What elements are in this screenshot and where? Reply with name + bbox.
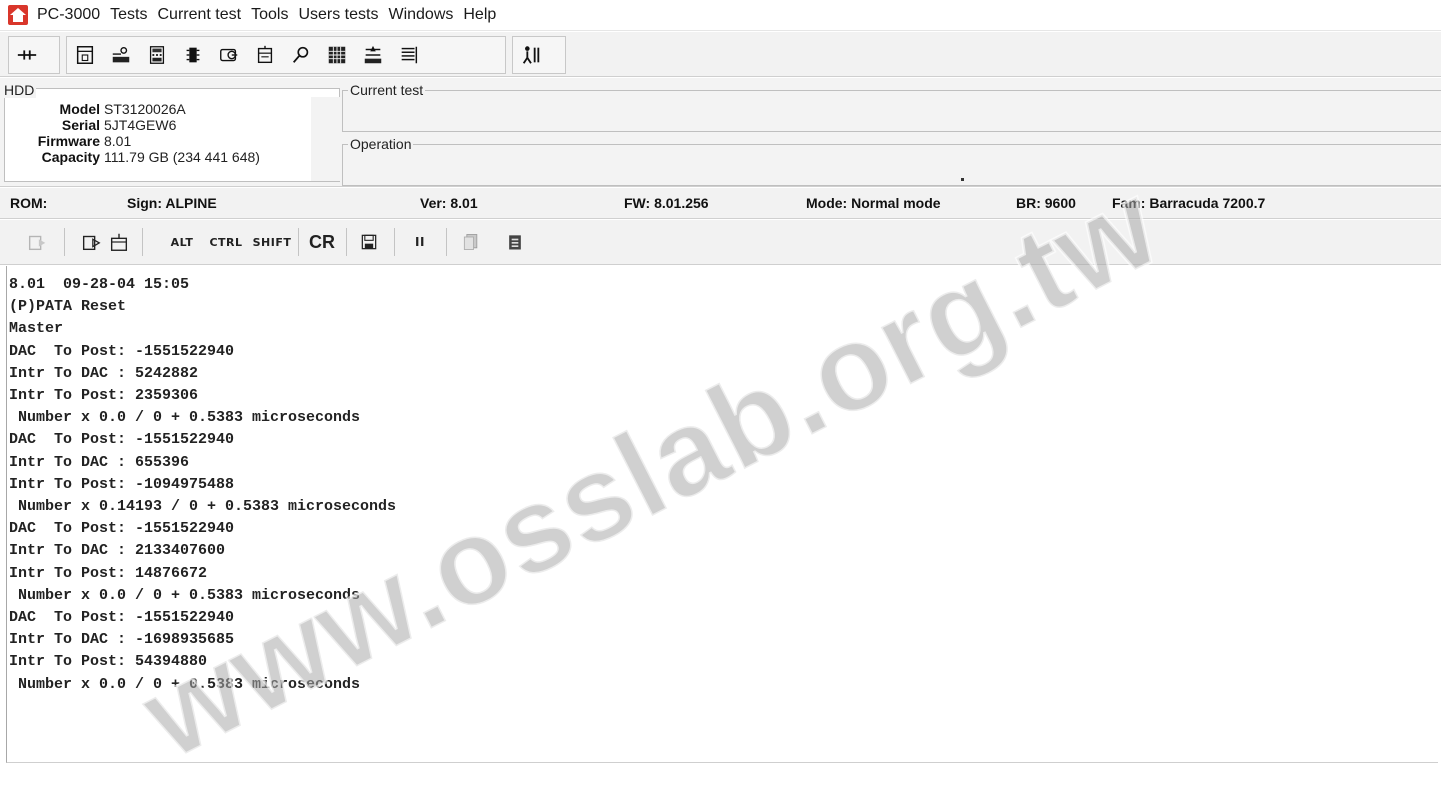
device-icon[interactable] (70, 40, 100, 70)
menu-users-tests[interactable]: Users tests (293, 6, 383, 24)
rom-baud-rate: BR: 9600 (1016, 195, 1076, 211)
hdd-model-row: Model ST3120026A (5, 101, 186, 117)
log-line: DAC To Post: -1551522940 (9, 342, 235, 360)
main-toolbar (0, 32, 1441, 77)
toolbar-group-user (512, 36, 566, 74)
current-test-box (342, 90, 1441, 132)
clipboard-icon[interactable] (502, 228, 528, 256)
toolbar2-separator (142, 228, 143, 256)
ctrl-key-button[interactable]: CTRL (204, 228, 248, 256)
hdd-firmware-value: 8.01 (104, 133, 132, 149)
log-line: Intr To DAC : -1698935685 (9, 631, 235, 649)
hdd-legend: HDD (2, 82, 37, 98)
toolbar-group-connect (8, 36, 60, 74)
pause-button[interactable]: II (404, 228, 436, 256)
log-line: (P)PATA Reset (9, 298, 127, 316)
log-line: DAC To Post: -1551522940 (9, 609, 235, 627)
menu-pc3000[interactable]: PC-3000 (32, 6, 105, 24)
log-line: Intr To Post: -1094975488 (9, 475, 235, 493)
log-line: DAC To Post: -1551522940 (9, 520, 235, 538)
log-line: Intr To DAC : 5242882 (9, 364, 199, 382)
export-disabled-icon[interactable] (24, 228, 50, 256)
log-line: Intr To Post: 54394880 (9, 653, 208, 671)
send-file-icon[interactable] (78, 228, 104, 256)
toolbar2-separator (394, 228, 395, 256)
log-line: 8.01 09-28-04 15:05 (9, 276, 190, 293)
menu-windows[interactable]: Windows (383, 6, 458, 24)
database-icon[interactable] (250, 40, 280, 70)
copy-icon[interactable] (458, 228, 484, 256)
search-icon[interactable] (286, 40, 316, 70)
info-panel: Model ST3120026A Serial 5JT4GEW6 Firmware 8… (0, 78, 1441, 187)
rom-status-line: ROM: Sign: ALPINE Ver: 8.01 FW: 8.01.256… (0, 188, 1441, 219)
calculator-icon[interactable] (142, 40, 172, 70)
user-help-icon[interactable] (516, 40, 546, 70)
terminal-log[interactable]: 8.01 09-28-04 15:05 (P)PATA Reset Master DA… (6, 266, 1438, 763)
list-icon[interactable] (394, 40, 424, 70)
toolbar2-separator (64, 228, 65, 256)
menu-tests[interactable]: Tests (105, 6, 152, 24)
hdd-model-label: Model (59, 101, 100, 117)
chip-icon[interactable] (178, 40, 208, 70)
log-line: Master (9, 320, 64, 338)
carriage-return-button[interactable]: CR (306, 228, 338, 256)
rom-firmware: FW: 8.01.256 (624, 195, 709, 211)
grid-icon[interactable] (322, 40, 352, 70)
operation-box (342, 144, 1441, 186)
operation-progress-dot (961, 178, 964, 181)
save-icon[interactable] (356, 228, 382, 256)
log-line: Number x 0.0 / 0 + 0.5383 microseconds (9, 675, 361, 693)
sliders-icon[interactable] (358, 40, 388, 70)
toolbar-group-tools (66, 36, 506, 74)
rom-label: ROM: (10, 195, 48, 211)
hdd-capacity-value: 111.79 GB (234 441 648) (104, 149, 260, 165)
shift-key-button[interactable]: SHIFT (250, 228, 294, 256)
drive-tools-icon[interactable] (106, 40, 136, 70)
hdd-firmware-row: Firmware 8.01 (5, 133, 132, 149)
log-line: Intr To DAC : 655396 (9, 453, 190, 471)
app-home-icon[interactable] (8, 5, 28, 25)
toolbar2-separator (298, 228, 299, 256)
rom-sign: Sign: ALPINE (127, 195, 217, 211)
connector-icon[interactable] (12, 40, 42, 70)
log-line: Intr To Post: 2359306 (9, 387, 199, 405)
operation-legend: Operation (348, 136, 414, 152)
hdd-info-box: Model ST3120026A Serial 5JT4GEW6 Firmware 8… (4, 88, 341, 182)
hdd-firmware-label: Firmware (37, 133, 100, 149)
rom-family: Fam: Barracuda 7200.7 (1112, 195, 1266, 211)
log-line: Intr To Post: 14876672 (9, 564, 208, 582)
menu-bar: PC-3000 Tests Current test Tools Users t… (0, 0, 1441, 31)
log-line: Intr To DAC : 2133407600 (9, 542, 226, 560)
hdd-capacity-label: Capacity (41, 149, 100, 165)
toolbar2-separator (346, 228, 347, 256)
disk-icon[interactable] (214, 40, 244, 70)
alt-key-button[interactable]: ALT (160, 228, 204, 256)
rom-mode: Mode: Normal mode (806, 195, 941, 211)
hdd-serial-label: Serial (61, 117, 100, 133)
menu-help[interactable]: Help (458, 6, 501, 24)
current-test-legend: Current test (348, 82, 426, 98)
rom-version: Ver: 8.01 (420, 195, 478, 211)
log-line: Number x 0.14193 / 0 + 0.5383 microsecon… (9, 498, 397, 516)
receive-file-icon[interactable] (106, 228, 132, 256)
hdd-capacity-row: Capacity 111.79 GB (234 441 648) (5, 149, 260, 165)
log-line: DAC To Post: -1551522940 (9, 431, 235, 449)
log-lines: 8.01 09-28-04 15:05 (P)PATA Reset Master DA… (9, 274, 396, 696)
hdd-box-divider (311, 97, 341, 181)
log-line: Number x 0.0 / 0 + 0.5383 microseconds (9, 586, 361, 604)
hdd-serial-value: 5JT4GEW6 (104, 117, 177, 133)
menu-current-test[interactable]: Current test (153, 6, 247, 24)
toolbar2-separator (446, 228, 447, 256)
log-line: Number x 0.0 / 0 + 0.5383 microseconds (9, 409, 361, 427)
menu-tools[interactable]: Tools (246, 6, 293, 24)
hdd-model-value: ST3120026A (104, 101, 186, 117)
terminal-toolbar: ALT CTRL SHIFT CR II (0, 220, 1441, 265)
hdd-serial-row: Serial 5JT4GEW6 (5, 117, 177, 133)
